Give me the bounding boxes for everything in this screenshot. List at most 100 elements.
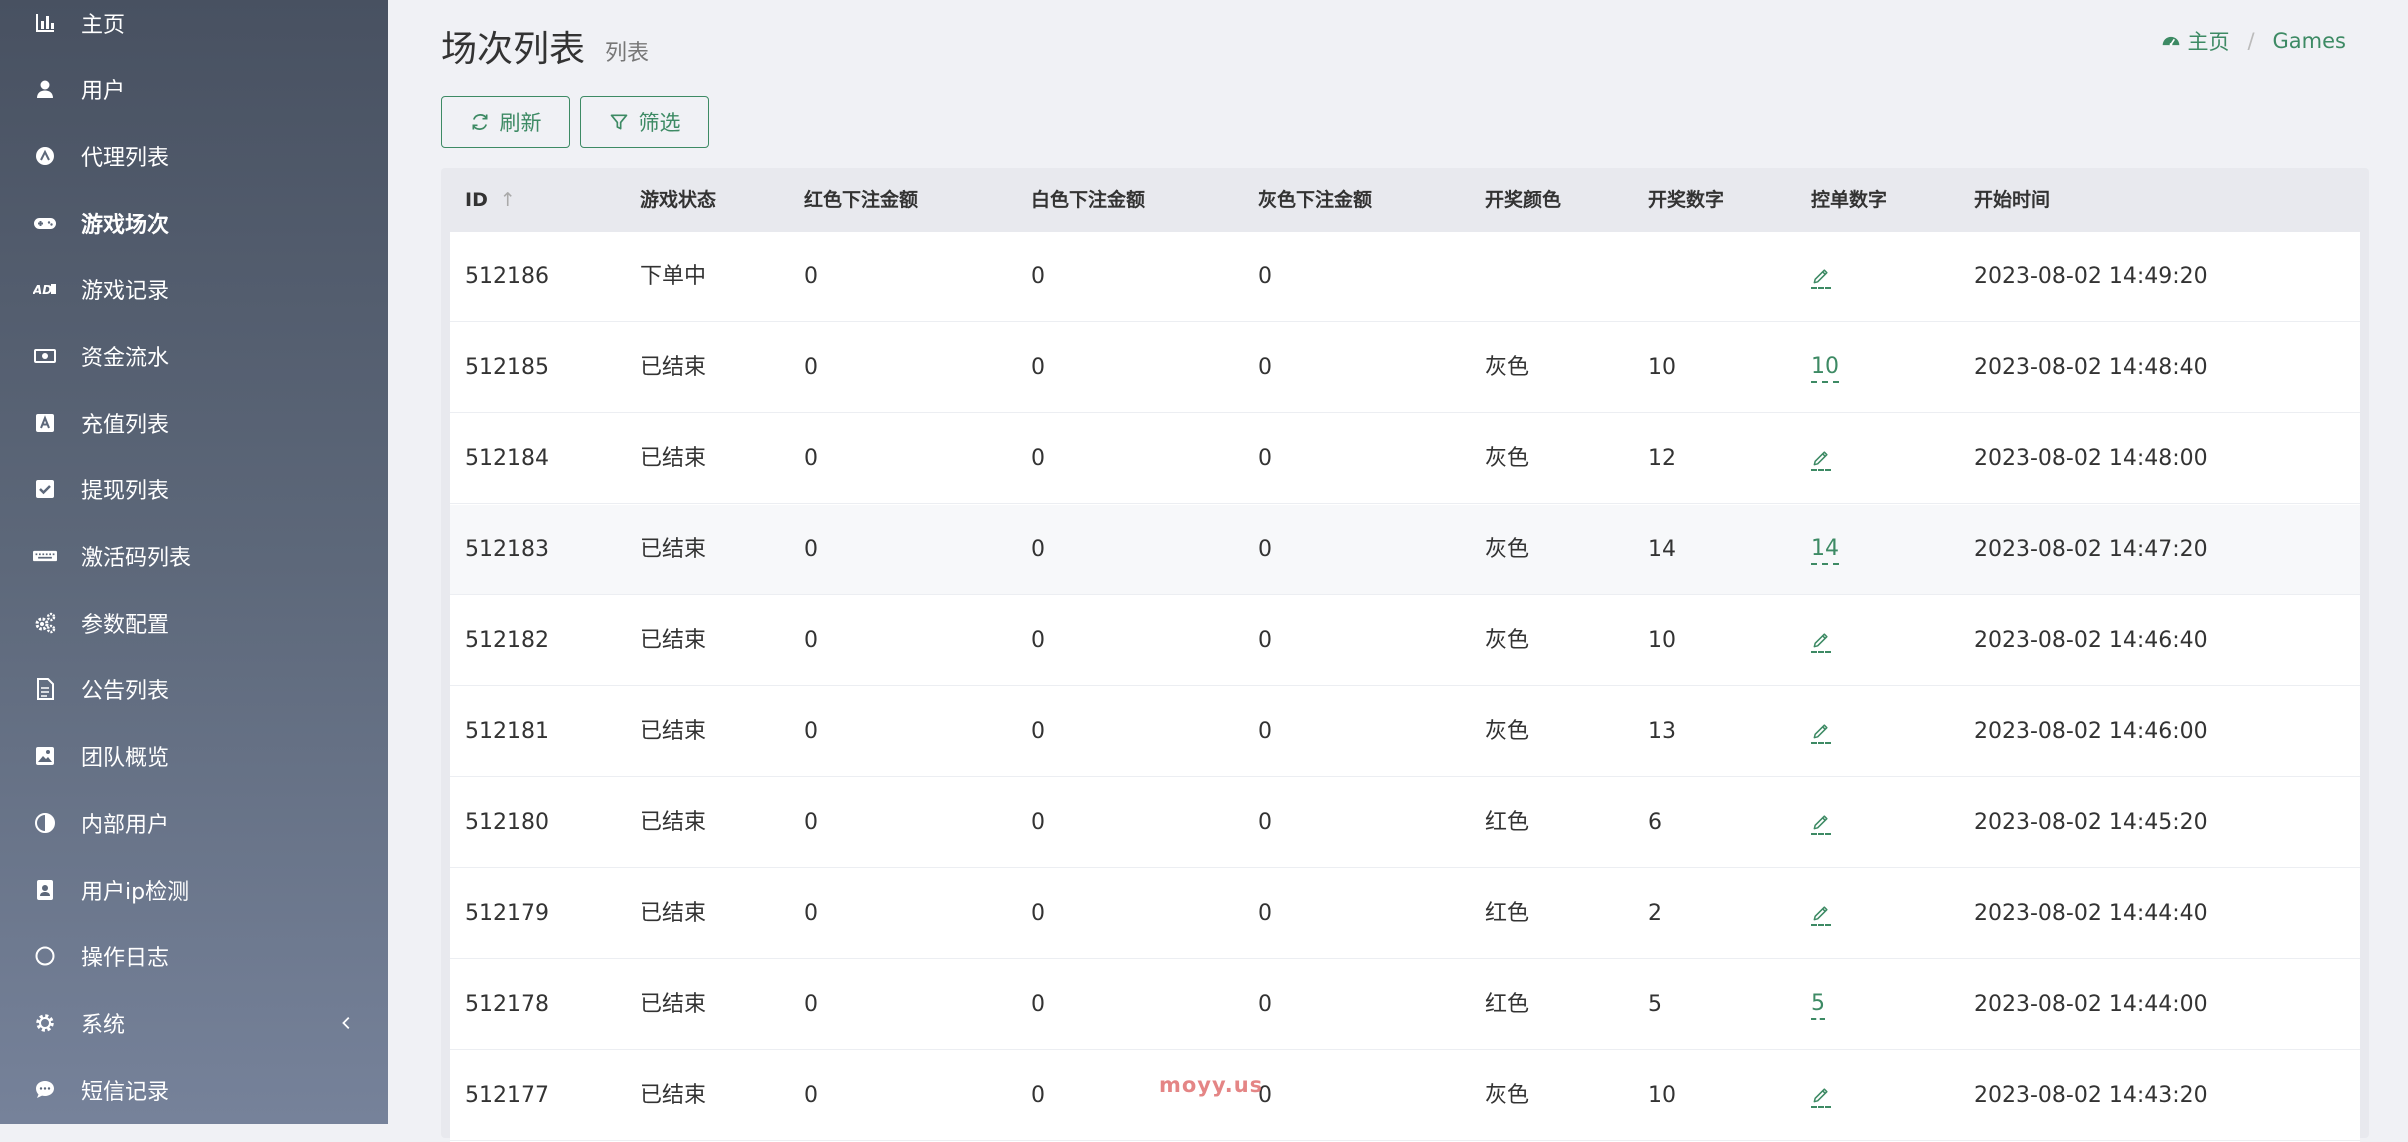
gear-icon	[31, 1009, 59, 1037]
cell-draw-number: 12	[1648, 446, 1676, 471]
column-header-control-number: 控单数字	[1811, 189, 1888, 211]
cell-status: 已结束	[640, 1083, 707, 1108]
cogs-icon	[31, 609, 59, 637]
table-row: 512182 已结束 0 0 0 灰色 10 2023-08-02 14:46:40	[450, 596, 2360, 686]
control-number-editable[interactable]: 10	[1811, 354, 1839, 383]
column-header-id[interactable]: ID ↑	[465, 168, 516, 232]
table-row: 512181 已结束 0 0 0 灰色 13 2023-08-02 14:46:00	[450, 687, 2360, 777]
cell-status: 已结束	[640, 719, 707, 744]
table-row: 512184 已结束 0 0 0 灰色 12 2023-08-02 14:48:00	[450, 414, 2360, 504]
agent-circle-icon	[31, 142, 59, 170]
page-subtitle: 列表	[605, 41, 650, 66]
cell-red-bet: 0	[804, 810, 818, 835]
cell-gray-bet: 0	[1258, 901, 1272, 926]
sidebar-item-activation-codes[interactable]: 激活码列表	[0, 523, 388, 589]
address-book-icon	[31, 876, 59, 904]
cell-control-number: 14	[1811, 505, 1839, 595]
sidebar-item-label: 资金流水	[81, 346, 170, 371]
sidebar-item-internal-users[interactable]: 内部用户	[0, 790, 388, 856]
sidebar: 主页 用户 代理列表 游戏场次 AD 游戏记录 资金流水 充值列表 提现列表 激…	[0, 0, 388, 1124]
edit-pencil-icon[interactable]	[1811, 266, 1831, 289]
cell-white-bet: 0	[1031, 992, 1045, 1017]
cell-gray-bet: 0	[1258, 446, 1272, 471]
table-row: 512179 已结束 0 0 0 红色 2 2023-08-02 14:44:40	[450, 869, 2360, 959]
cell-start-time: 2023-08-02 14:46:00	[1974, 719, 2208, 744]
cell-white-bet: 0	[1031, 355, 1045, 380]
sidebar-item-label: 充值列表	[81, 413, 170, 438]
cell-draw-color: 灰色	[1485, 446, 1530, 471]
cell-white-bet: 0	[1031, 901, 1045, 926]
sidebar-item-fund-flow[interactable]: 资金流水	[0, 323, 388, 389]
table-row: 512185 已结束 0 0 0 灰色 10 2023-08-02 14:48:40 10	[450, 323, 2360, 413]
sidebar-item-recharge[interactable]: 充值列表	[0, 390, 388, 456]
cell-red-bet: 0	[804, 264, 818, 289]
sidebar-item-label: 主页	[81, 13, 126, 38]
cell-gray-bet: 0	[1258, 719, 1272, 744]
cell-draw-color: 灰色	[1485, 1083, 1530, 1108]
control-number-editable[interactable]: 14	[1811, 536, 1839, 565]
column-header-label: ID	[465, 189, 488, 211]
cell-white-bet: 0	[1031, 1083, 1045, 1108]
control-number-editable[interactable]: 5	[1811, 991, 1825, 1020]
cell-id: 512185	[465, 355, 549, 380]
cell-start-time: 2023-08-02 14:45:20	[1974, 810, 2208, 835]
cell-white-bet: 0	[1031, 537, 1045, 562]
sidebar-item-home[interactable]: 主页	[0, 0, 388, 56]
main-content: 场次列表 列表 主页 / Games 刷新 筛选 ID ↑ 游戏状态 红色下注金额	[388, 0, 2408, 1142]
sidebar-item-system[interactable]: 系统	[0, 990, 388, 1056]
cell-control-number	[1811, 596, 1831, 686]
cell-white-bet: 0	[1031, 264, 1045, 289]
sidebar-item-operation-logs[interactable]: 操作日志	[0, 923, 388, 989]
table-header: ID ↑ 游戏状态 红色下注金额 白色下注金额 灰色下注金额 开奖颜色 开奖数字 …	[441, 168, 2369, 232]
sidebar-item-users[interactable]: 用户	[0, 56, 388, 122]
breadcrumb-home[interactable]: 主页	[2161, 26, 2229, 56]
cell-status: 已结束	[640, 992, 707, 1017]
image-icon	[31, 742, 59, 770]
cell-draw-number: 6	[1648, 810, 1662, 835]
chevron-left-icon[interactable]	[338, 1014, 356, 1032]
refresh-button[interactable]: 刷新	[441, 96, 570, 148]
cell-draw-number: 10	[1648, 1083, 1676, 1108]
adjust-icon	[31, 809, 59, 837]
sidebar-item-label: 提现列表	[81, 479, 170, 504]
edit-pencil-icon[interactable]	[1811, 1085, 1831, 1108]
sidebar-item-game-records[interactable]: AD 游戏记录	[0, 256, 388, 322]
user-icon	[31, 75, 59, 103]
edit-pencil-icon[interactable]	[1811, 721, 1831, 744]
cell-control-number: 5	[1811, 960, 1825, 1050]
cell-draw-color: 灰色	[1485, 537, 1530, 562]
cell-id: 512180	[465, 810, 549, 835]
sidebar-item-label: 操作日志	[81, 946, 170, 971]
svg-text:AD: AD	[33, 283, 52, 297]
sidebar-item-team-overview[interactable]: 团队概览	[0, 723, 388, 789]
cell-draw-color: 红色	[1485, 901, 1530, 926]
breadcrumb-home-label: 主页	[2187, 30, 2230, 54]
cell-gray-bet: 0	[1258, 628, 1272, 653]
money-bill-icon	[31, 342, 59, 370]
sidebar-item-settings[interactable]: 参数配置	[0, 590, 388, 656]
sidebar-item-game-sessions[interactable]: 游戏场次	[0, 190, 388, 256]
edit-pencil-icon[interactable]	[1811, 448, 1831, 471]
edit-pencil-icon[interactable]	[1811, 630, 1831, 653]
sidebar-item-label: 用户ip检测	[81, 880, 190, 905]
edit-pencil-icon[interactable]	[1811, 812, 1831, 835]
sort-arrow-up-icon[interactable]: ↑	[500, 189, 516, 211]
sidebar-item-announcements[interactable]: 公告列表	[0, 656, 388, 722]
sidebar-item-sms-records[interactable]: 短信记录	[0, 1057, 388, 1123]
cell-id: 512178	[465, 992, 549, 1017]
cell-white-bet: 0	[1031, 810, 1045, 835]
sidebar-item-label: 用户	[81, 79, 126, 104]
sidebar-item-withdraw[interactable]: 提现列表	[0, 456, 388, 522]
breadcrumb-current[interactable]: Games	[2273, 29, 2346, 53]
sidebar-item-agents[interactable]: 代理列表	[0, 123, 388, 189]
edit-pencil-icon[interactable]	[1811, 903, 1831, 926]
filter-button[interactable]: 筛选	[580, 96, 709, 148]
cell-red-bet: 0	[804, 355, 818, 380]
column-header-red-bet: 红色下注金额	[804, 189, 919, 211]
cell-control-number: 10	[1811, 323, 1839, 413]
column-header-status: 游戏状态	[640, 189, 717, 211]
cell-control-number	[1811, 869, 1831, 959]
sidebar-item-ip-check[interactable]: 用户ip检测	[0, 857, 388, 923]
column-header-draw-number: 开奖数字	[1648, 189, 1725, 211]
sidebar-item-label: 游戏场次	[81, 213, 170, 238]
